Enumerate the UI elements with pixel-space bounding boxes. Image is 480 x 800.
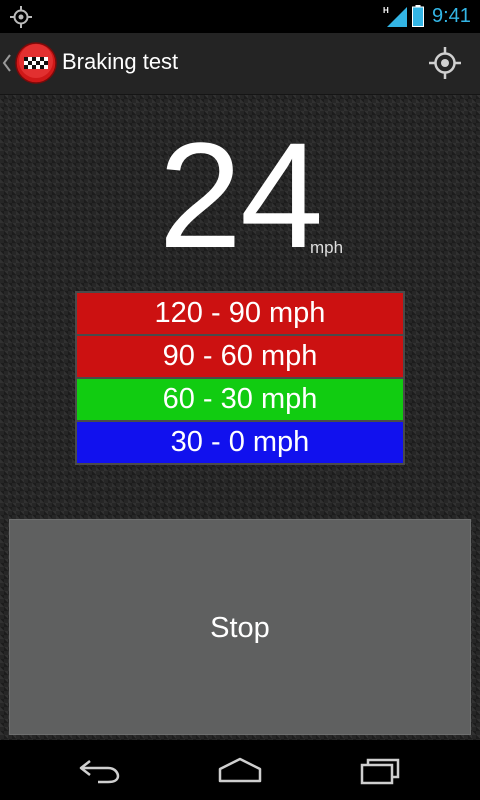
page-title: Braking test bbox=[62, 49, 179, 74]
signal-icon: H bbox=[383, 6, 407, 27]
speed-unit: mph bbox=[310, 238, 344, 257]
range-60-30: 60 - 30 mph bbox=[75, 377, 405, 422]
checkered-flag-icon[interactable] bbox=[15, 42, 57, 84]
navigation-bar bbox=[0, 740, 480, 800]
range-30-0: 30 - 0 mph bbox=[75, 420, 405, 465]
status-time: 9:41 bbox=[432, 5, 471, 27]
action-bar: Braking test bbox=[0, 33, 480, 95]
nav-back-icon[interactable] bbox=[76, 755, 124, 785]
main-content: 24 mph 120 - 90 mph 90 - 60 mph 60 - 30 … bbox=[0, 95, 480, 740]
network-type-label: H bbox=[383, 6, 389, 15]
range-90-60: 90 - 60 mph bbox=[75, 334, 405, 379]
status-bar: H 9:41 bbox=[0, 0, 480, 33]
back-chevron-icon[interactable] bbox=[2, 53, 12, 73]
speed-range-list: 120 - 90 mph 90 - 60 mph 60 - 30 mph 30 … bbox=[75, 291, 405, 465]
screen: H 9:41 Braking test 24 mph 120 - 90 mph … bbox=[0, 0, 480, 800]
battery-icon bbox=[412, 5, 424, 27]
nav-home-icon[interactable] bbox=[216, 755, 264, 785]
speed-value: 24 bbox=[158, 111, 324, 279]
gps-icon bbox=[10, 6, 32, 28]
stop-button[interactable]: Stop bbox=[9, 519, 471, 735]
nav-recents-icon[interactable] bbox=[356, 755, 404, 785]
range-120-90: 120 - 90 mph bbox=[75, 291, 405, 336]
locate-icon[interactable] bbox=[428, 46, 462, 80]
